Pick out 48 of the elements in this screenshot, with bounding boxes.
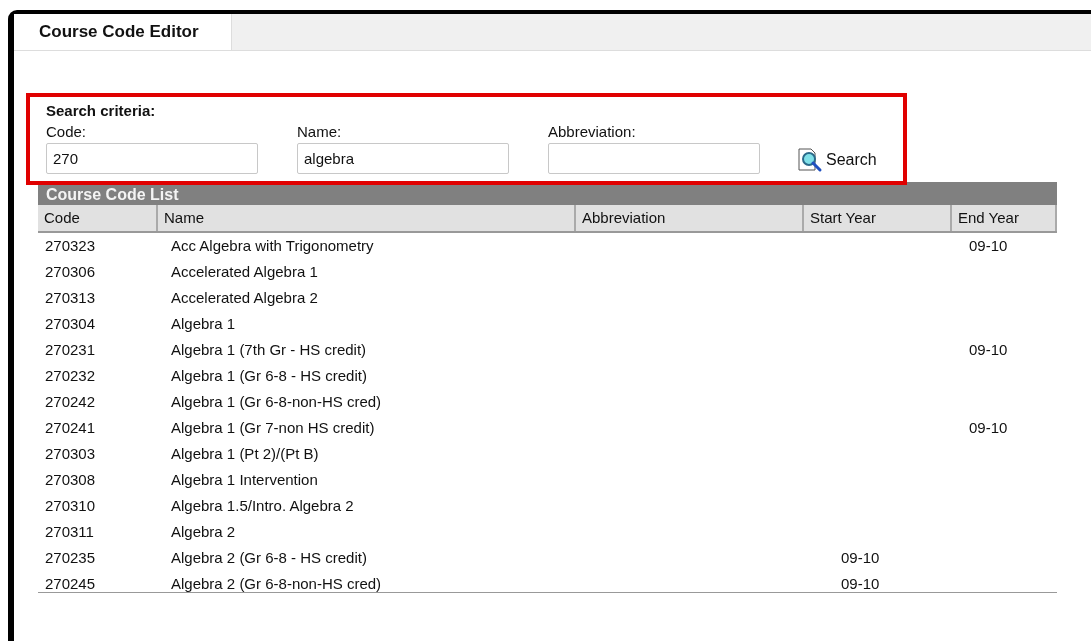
table-cell: Algebra 2 bbox=[171, 523, 236, 540]
tab[interactable]: Course Code Editor bbox=[14, 14, 232, 50]
column-header[interactable]: Name bbox=[158, 205, 576, 231]
table-cell: 09-10 bbox=[969, 419, 1008, 436]
column-header[interactable]: Start Year bbox=[804, 205, 952, 231]
input-field[interactable] bbox=[548, 143, 760, 174]
table-cell: Algebra 2 (Gr 6-8-non-HS cred) bbox=[171, 575, 382, 592]
table-cell: 270235 bbox=[45, 549, 96, 566]
table-cell: 270304 bbox=[45, 315, 96, 332]
table-cell: 09-10 bbox=[969, 341, 1008, 358]
table-cell: Algebra 1 Intervention bbox=[171, 471, 318, 488]
table-cell: Accelerated Algebra 1 bbox=[171, 263, 318, 280]
table-cell: Algebra 1 (Gr 6-8 - HS credit) bbox=[171, 367, 367, 384]
table-cell: 270323 bbox=[45, 237, 96, 254]
table-cell: Algebra 1.5/Intro. Algebra 2 bbox=[171, 497, 354, 514]
search-icon bbox=[797, 147, 823, 173]
field-label: Name: bbox=[297, 123, 343, 140]
table-cell: 270310 bbox=[45, 497, 96, 514]
table-cell: Accelerated Algebra 2 bbox=[171, 289, 318, 306]
input-field[interactable]: algebra bbox=[297, 143, 509, 174]
table-cell: 270303 bbox=[45, 445, 96, 462]
column-header[interactable]: Code bbox=[38, 205, 158, 231]
table-cell: 270232 bbox=[45, 367, 96, 384]
table-cell: Algebra 1 (Gr 7-non HS credit) bbox=[171, 419, 375, 436]
table-cell: Algebra 1 bbox=[171, 315, 236, 332]
search-button[interactable]: Search bbox=[797, 146, 877, 174]
table-cell: Algebra 2 (Gr 6-8 - HS credit) bbox=[171, 549, 367, 566]
table-cell: 270311 bbox=[45, 523, 94, 540]
table-cell: Algebra 1 (Gr 6-8-non-HS cred) bbox=[171, 393, 382, 410]
table-cell: 270245 bbox=[45, 575, 96, 592]
table-cell: Acc Algebra with Trigonometry bbox=[171, 237, 374, 254]
table-cell: Algebra 1 (Pt 2)/(Pt B) bbox=[171, 445, 319, 462]
table-cell: 270313 bbox=[45, 289, 96, 306]
table-cell: 270306 bbox=[45, 263, 96, 280]
table-cell: 270242 bbox=[45, 393, 96, 410]
table-cell: 09-10 bbox=[841, 549, 880, 566]
table-cell: 09-10 bbox=[841, 575, 880, 592]
table-cell: 270308 bbox=[45, 471, 96, 488]
section-title: Search criteria: bbox=[46, 102, 156, 119]
table-cell: Algebra 1 (7th Gr - HS credit) bbox=[171, 341, 367, 358]
column-header[interactable]: End Year bbox=[952, 205, 1057, 231]
table-cell: 270231 bbox=[45, 341, 96, 358]
table-cell: 09-10 bbox=[969, 237, 1008, 254]
field-label: Code: bbox=[46, 123, 88, 140]
input-field[interactable]: 270 bbox=[46, 143, 258, 174]
field-label: Abbreviation: bbox=[548, 123, 637, 140]
column-header[interactable]: Abbreviation bbox=[576, 205, 804, 231]
table-cell: 270241 bbox=[45, 419, 96, 436]
